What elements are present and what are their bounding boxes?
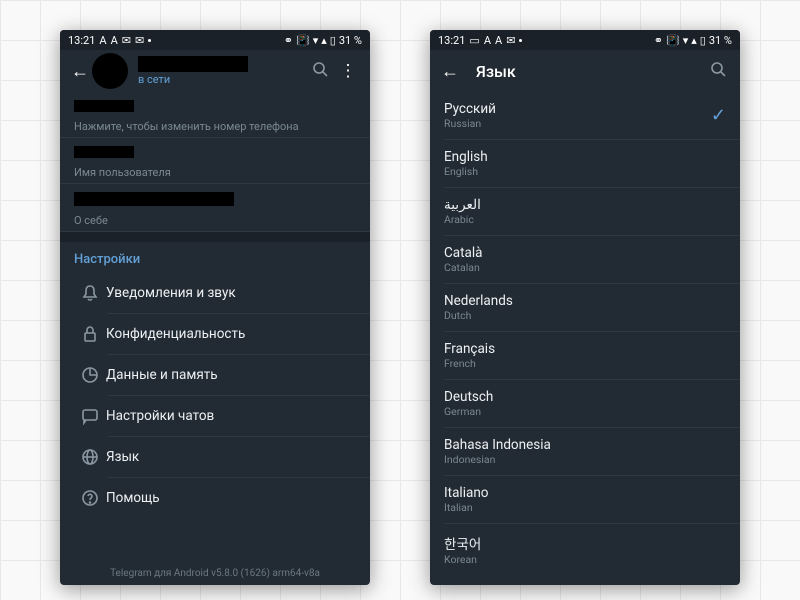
language-option[interactable]: РусскийRussian ✓ (430, 92, 740, 139)
status-battery: 31 % (709, 34, 732, 47)
app-bar: ← в сети ⋮ (60, 50, 370, 92)
vibrate-icon: 📳 (296, 34, 310, 47)
pic-icon: ▭ (469, 34, 479, 47)
language-option[interactable]: DeutschGerman (430, 380, 740, 427)
settings-header: Настройки (60, 242, 370, 273)
status-time: 13:21 (68, 34, 95, 47)
status-time: 13:21 (438, 34, 465, 47)
row-notifications[interactable]: Уведомления и звук (60, 273, 370, 313)
divider (60, 232, 370, 242)
version-text: Telegram для Android v5.8.0 (1626) arm64… (60, 568, 370, 579)
language-native: Italiano (444, 485, 489, 501)
status-bar: 13:21 ▭ A A ✉ ⚭ 📳 ▾ ▴ ▯ 31 % (430, 30, 740, 50)
language-native: Français (444, 341, 495, 357)
wifi-icon: ▾ (313, 34, 319, 47)
language-native: Nederlands (444, 293, 513, 309)
back-button[interactable]: ← (68, 61, 92, 82)
check-icon: ✓ (711, 105, 726, 126)
language-option[interactable]: ItalianoItalian (430, 476, 740, 523)
signal-icon: ▴ (691, 34, 697, 47)
language-native: العربية (444, 197, 481, 213)
language-english: English (444, 165, 488, 178)
font-icon: A (99, 34, 106, 47)
link-icon: ⚭ (654, 34, 663, 47)
profile-name (138, 56, 248, 72)
language-english: Russian (444, 117, 496, 130)
language-screen: 13:21 ▭ A A ✉ ⚭ 📳 ▾ ▴ ▯ 31 % ← Язык Русс… (430, 30, 740, 585)
more-icon (148, 39, 151, 42)
font-icon: A (495, 34, 502, 47)
signal-icon: ▴ (321, 34, 327, 47)
status-battery: 31 % (339, 34, 362, 47)
phone-field[interactable]: Нажмите, чтобы изменить номер телефона (60, 92, 370, 138)
language-english: German (444, 405, 493, 418)
page-title: Язык (476, 62, 704, 81)
language-english: Korean (444, 553, 481, 566)
search-icon (709, 60, 727, 78)
row-help[interactable]: Помощь (60, 478, 370, 518)
mail-icon: ✉ (122, 34, 131, 47)
row-privacy[interactable]: Конфиденциальность (60, 314, 370, 354)
more-button[interactable]: ⋮ (334, 61, 362, 81)
language-option[interactable]: FrançaisFrench (430, 332, 740, 379)
language-option[interactable]: 한국어Korean (430, 524, 740, 575)
language-english: French (444, 357, 495, 370)
search-button[interactable] (306, 60, 334, 83)
about-field[interactable]: О себе (60, 184, 370, 232)
language-list: РусскийRussian✓EnglishEnglishالعربيةArab… (430, 92, 740, 575)
language-option[interactable]: NederlandsDutch (430, 284, 740, 331)
username-field[interactable]: Имя пользователя (60, 138, 370, 184)
settings-screen: 13:21 A A ✉ ✉ ⚭ 📳 ▾ ▴ ▯ 31 % ← в сети ⋮ … (60, 30, 370, 585)
language-native: Deutsch (444, 389, 493, 405)
font-icon: A (484, 34, 491, 47)
language-english: Indonesian (444, 453, 551, 466)
bell-icon (74, 284, 106, 302)
language-english: Arabic (444, 213, 481, 226)
language-option[interactable]: EnglishEnglish (430, 140, 740, 187)
row-data[interactable]: Данные и память (60, 355, 370, 395)
wifi-icon: ▾ (683, 34, 689, 47)
font-icon: A (111, 34, 118, 47)
language-native: Bahasa Indonesia (444, 437, 551, 453)
language-option[interactable]: Bahasa IndonesiaIndonesian (430, 428, 740, 475)
pie-icon (74, 366, 106, 384)
lock-icon (74, 325, 106, 343)
search-icon (311, 60, 329, 78)
link-icon: ⚭ (284, 34, 293, 47)
app-bar: ← Язык (430, 50, 740, 92)
avatar[interactable] (92, 53, 128, 89)
back-button[interactable]: ← (438, 61, 462, 82)
battery-icon: ▯ (330, 34, 336, 47)
search-button[interactable] (704, 60, 732, 83)
row-language[interactable]: Язык (60, 437, 370, 477)
online-status: в сети (138, 73, 306, 86)
chat-icon (74, 407, 106, 425)
language-native: Русский (444, 101, 496, 117)
language-native: English (444, 149, 488, 165)
language-english: Catalan (444, 261, 483, 274)
language-english: Italian (444, 501, 489, 514)
language-option[interactable]: العربيةArabic (430, 188, 740, 235)
vibrate-icon: 📳 (666, 34, 680, 47)
help-icon (74, 489, 106, 507)
language-native: Català (444, 245, 483, 261)
status-bar: 13:21 A A ✉ ✉ ⚭ 📳 ▾ ▴ ▯ 31 % (60, 30, 370, 50)
globe-icon (74, 448, 106, 466)
mail-icon: ✉ (506, 34, 515, 47)
row-chats[interactable]: Настройки чатов (60, 396, 370, 436)
language-native: 한국어 (444, 533, 481, 553)
language-english: Dutch (444, 309, 513, 322)
battery-icon: ▯ (700, 34, 706, 47)
mail-icon: ✉ (135, 34, 144, 47)
more-icon (519, 39, 522, 42)
language-option[interactable]: CatalàCatalan (430, 236, 740, 283)
